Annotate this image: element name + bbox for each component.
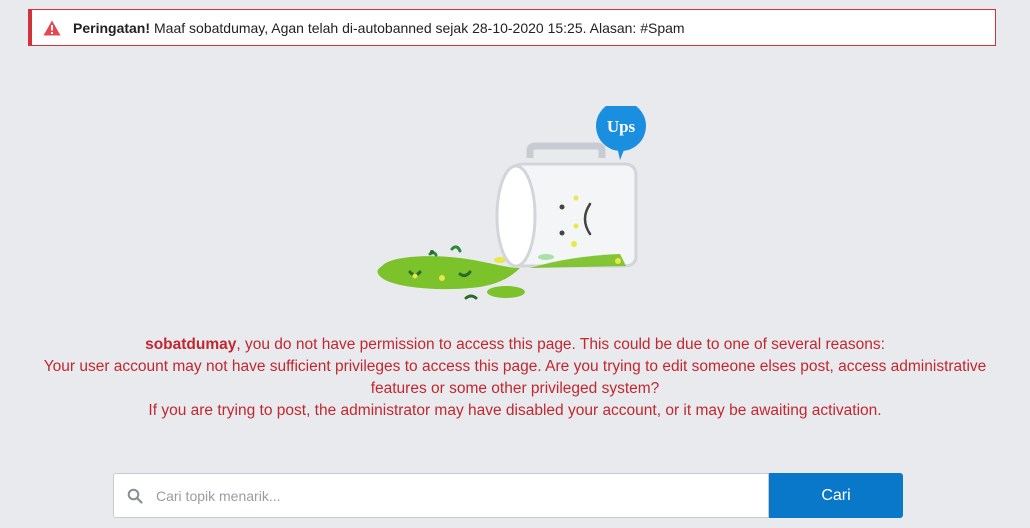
search-box: [113, 473, 769, 518]
username: sobatdumay: [145, 336, 237, 353]
permission-message: sobatdumay, you do not have permission t…: [40, 334, 990, 422]
search-input[interactable]: [154, 473, 768, 518]
mug-graphic: [495, 142, 638, 268]
alert-title: Peringatan!: [73, 19, 151, 36]
permission-line-2: Your user account may not have sufficien…: [43, 358, 987, 397]
permission-line-1-text: , you do not have permission to access t…: [236, 336, 885, 353]
search-button[interactable]: Cari: [769, 473, 903, 518]
spilled-mug-illustration: Ups: [377, 106, 646, 300]
bubble-text: Ups: [607, 117, 636, 136]
warning-triangle-icon: [43, 20, 61, 35]
permission-line-1: sobatdumay, you do not have permission t…: [40, 334, 990, 356]
permission-line-3: If you are trying to post, the administr…: [148, 402, 882, 419]
ban-alert: Peringatan! Maaf sobatdumay, Agan telah …: [28, 9, 996, 46]
alert-message: Maaf sobatdumay, Agan telah di-autobanne…: [154, 19, 685, 36]
search-icon: [127, 488, 143, 504]
